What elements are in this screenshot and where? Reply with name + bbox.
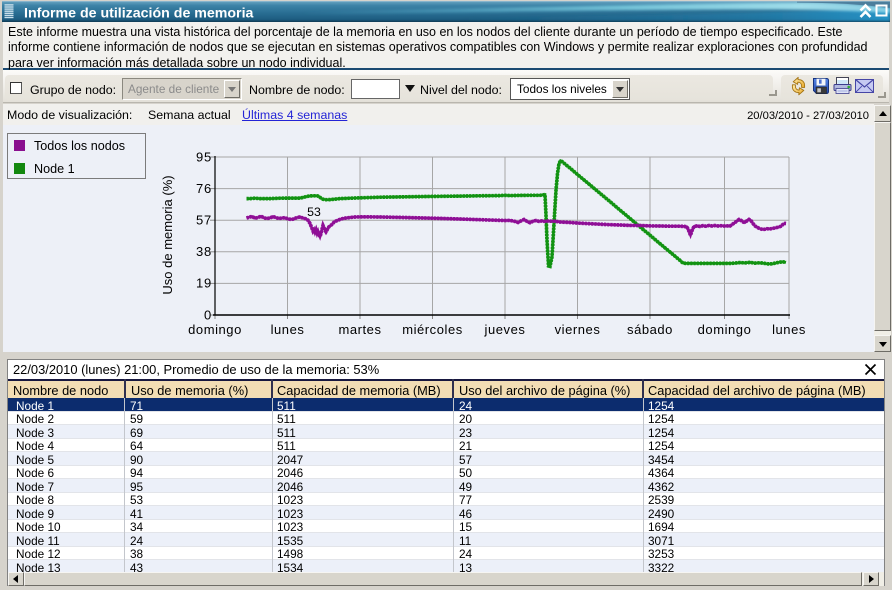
svg-text:95: 95	[196, 149, 212, 164]
svg-text:lunes: lunes	[772, 322, 806, 337]
svg-text:miércoles: miércoles	[402, 322, 463, 337]
svg-text:57: 57	[196, 213, 212, 228]
svg-text:domingo: domingo	[188, 322, 242, 337]
svg-text:53: 53	[307, 205, 321, 219]
svg-text:19: 19	[196, 276, 212, 291]
svg-text:lunes: lunes	[271, 322, 305, 337]
svg-text:76: 76	[196, 181, 212, 196]
svg-text:38: 38	[196, 244, 212, 259]
svg-text:0: 0	[204, 307, 212, 322]
svg-text:martes: martes	[338, 322, 381, 337]
svg-text:viernes: viernes	[555, 322, 601, 337]
svg-text:sábado: sábado	[627, 322, 673, 337]
svg-text:domingo: domingo	[698, 322, 752, 337]
svg-text:Uso de memoria (%): Uso de memoria (%)	[160, 175, 175, 294]
svg-text:jueves: jueves	[484, 322, 526, 337]
